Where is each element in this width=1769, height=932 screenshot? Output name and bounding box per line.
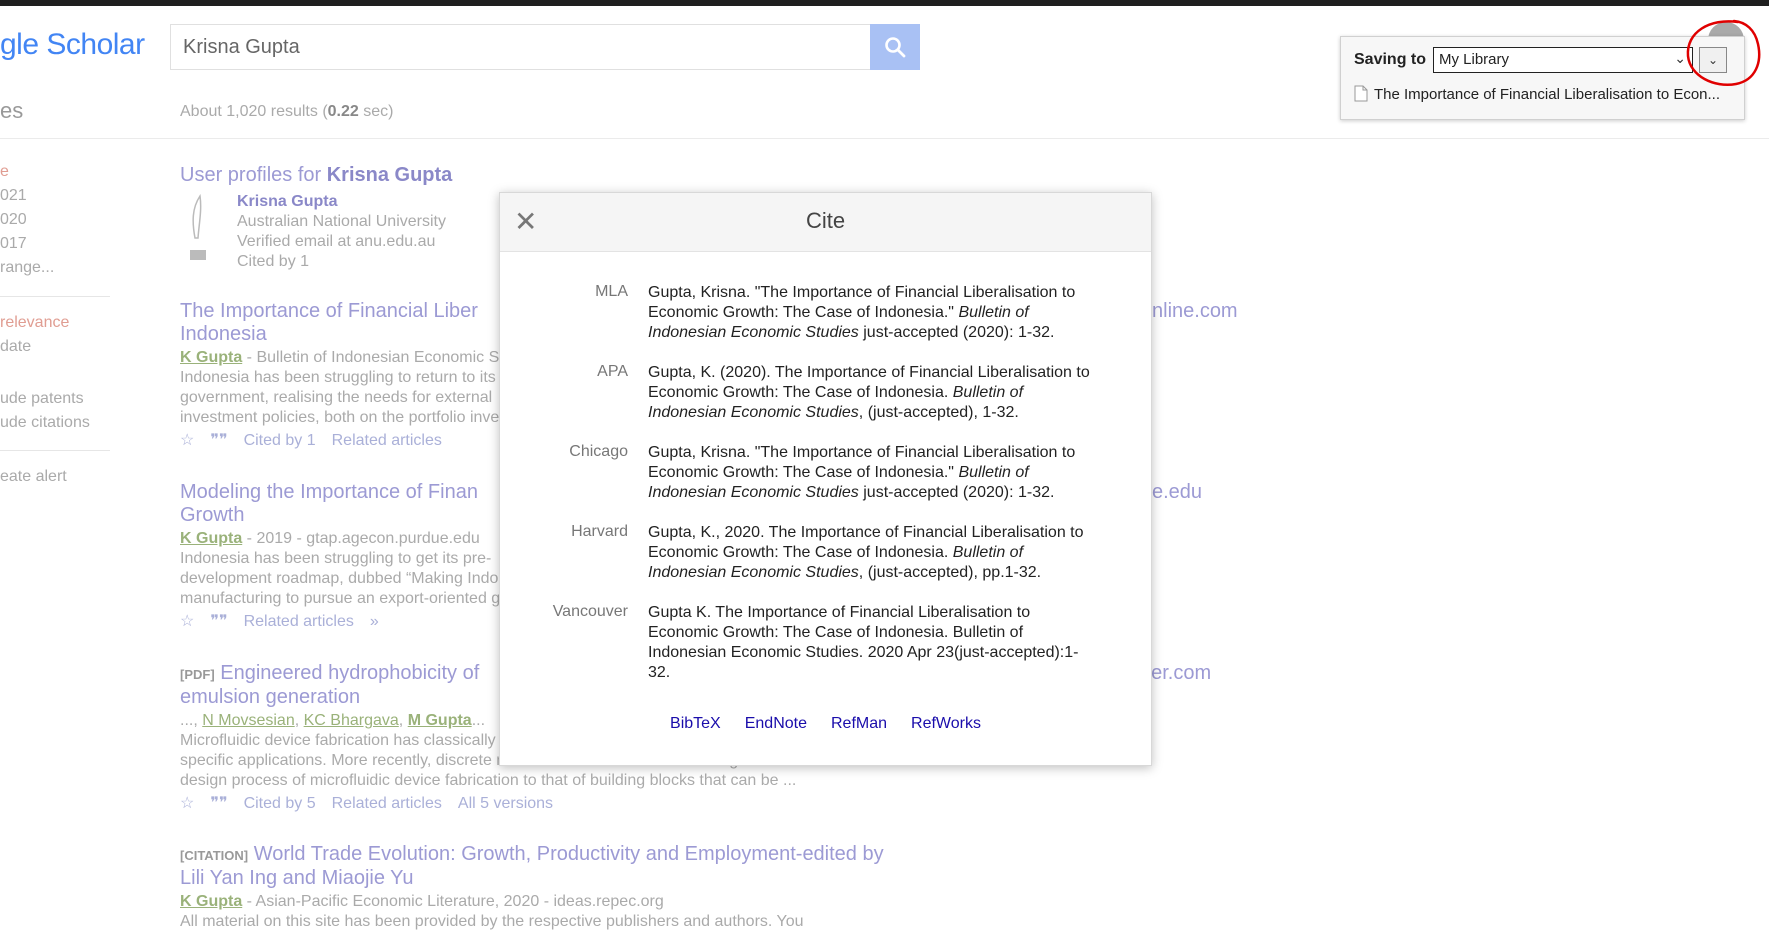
profile-email: Verified email at anu.edu.au: [237, 233, 436, 250]
search-icon: [885, 37, 906, 58]
saving-label: Saving to: [1354, 51, 1427, 68]
author-link[interactable]: M Gupta: [408, 712, 472, 729]
library-select[interactable]: My Library ⌄: [1433, 47, 1693, 73]
citation-tag: [CITATION]: [180, 848, 249, 863]
sidebar-include-citations[interactable]: ude citations: [0, 414, 90, 432]
refworks-link[interactable]: RefWorks: [911, 715, 981, 733]
citation-text[interactable]: Gupta, Krisna. "The Importance of Financ…: [648, 443, 1103, 503]
sidebar-time-2021[interactable]: 021: [0, 187, 27, 205]
related-articles-link[interactable]: Related articles: [332, 793, 442, 815]
sidebar-divider: [0, 296, 110, 297]
sidebar-time-any[interactable]: e: [0, 163, 9, 181]
search-field[interactable]: [170, 24, 870, 70]
star-icon[interactable]: ☆: [180, 611, 194, 633]
author-link[interactable]: K Gupta: [180, 349, 242, 366]
result-source-link[interactable]: e.edu: [1152, 481, 1202, 504]
quote-icon[interactable]: ❞❞: [210, 611, 227, 633]
profile-card: Krisna Gupta Australian National Univers…: [237, 192, 446, 272]
annotation-circle-icon: [1686, 19, 1761, 87]
results-count: About 1,020 results (0.22 sec): [180, 103, 394, 120]
quote-icon[interactable]: ❞❞: [210, 430, 227, 452]
sidebar-heading: es: [0, 98, 24, 123]
document-icon: [1354, 85, 1368, 102]
author-link[interactable]: N Movsesian: [202, 712, 294, 729]
citation-text[interactable]: Gupta, K., 2020. The Importance of Finan…: [648, 523, 1103, 583]
citation-text[interactable]: Gupta, K. (2020). The Importance of Fina…: [648, 363, 1103, 423]
citation-style-label: Harvard: [571, 523, 628, 540]
profile-affiliation: Australian National University: [237, 213, 446, 230]
profile-cited-by[interactable]: Cited by 1: [237, 252, 446, 272]
search-input[interactable]: [171, 25, 870, 69]
result-snippet: All material on this site has been provi…: [180, 913, 804, 930]
scholar-logo[interactable]: gle Scholar: [0, 28, 145, 62]
sidebar-sort-relevance[interactable]: relevance: [0, 314, 69, 332]
cited-by-link[interactable]: Cited by 5: [244, 793, 316, 815]
star-icon[interactable]: ☆: [180, 793, 194, 815]
cited-by-link[interactable]: Cited by 1: [244, 430, 316, 452]
citation-style-label: APA: [597, 363, 628, 380]
sidebar-custom-range[interactable]: range...: [0, 259, 54, 277]
header-divider: [0, 138, 1769, 139]
star-icon[interactable]: ☆: [180, 430, 194, 452]
citation-style-label: Vancouver: [552, 603, 628, 620]
cite-dialog: ✕ Cite MLA Gupta, Krisna. "The Importanc…: [499, 192, 1152, 766]
author-link[interactable]: KC Bhargava: [304, 712, 399, 729]
profile-name-link[interactable]: Krisna Gupta: [237, 192, 446, 212]
cite-dialog-header: ✕ Cite: [500, 193, 1151, 252]
saved-item[interactable]: The Importance of Financial Liberalisati…: [1354, 85, 1720, 103]
logo-text: gle Scholar: [0, 28, 145, 61]
search-button[interactable]: [870, 24, 920, 70]
related-articles-link[interactable]: Related articles: [244, 611, 354, 633]
citation-text[interactable]: Gupta K. The Importance of Financial Lib…: [648, 603, 1103, 683]
quote-icon[interactable]: ❞❞: [210, 793, 227, 815]
result-title-link[interactable]: [CITATION] World Trade Evolution: Growth…: [180, 843, 980, 890]
library-select-value: My Library: [1439, 51, 1510, 68]
pdf-tag: [PDF]: [180, 667, 215, 682]
all-versions-link[interactable]: All 5 versions: [458, 793, 553, 815]
citation-text[interactable]: Gupta, Krisna. "The Importance of Financ…: [648, 283, 1103, 343]
profiles-heading[interactable]: User profiles for Krisna Gupta: [180, 164, 452, 187]
sidebar-time-2017[interactable]: 017: [0, 235, 27, 253]
result-meta: K Gupta - Asian-Pacific Economic Literat…: [180, 893, 664, 910]
citation-style-label: MLA: [595, 283, 628, 300]
saved-item-title: The Importance of Financial Liberalisati…: [1374, 86, 1721, 103]
result-source-link[interactable]: nline.com: [1152, 300, 1238, 323]
result-actions: ☆ ❞❞ Cited by 5 Related articles All 5 v…: [180, 793, 940, 815]
result-item: [CITATION] World Trade Evolution: Growth…: [180, 843, 980, 932]
related-articles-link[interactable]: Related articles: [332, 430, 442, 452]
sidebar-divider: [0, 450, 110, 451]
quill-avatar-icon: [190, 194, 206, 260]
endnote-link[interactable]: EndNote: [745, 715, 807, 733]
export-links: BibTeX EndNote RefMan RefWorks: [500, 715, 1151, 733]
bibtex-link[interactable]: BibTeX: [670, 715, 721, 733]
cite-dialog-title: Cite: [805, 208, 846, 233]
more-chevron-icon[interactable]: »: [370, 611, 379, 633]
refman-link[interactable]: RefMan: [831, 715, 887, 733]
sidebar-sort-date[interactable]: date: [0, 338, 31, 356]
author-link[interactable]: K Gupta: [180, 893, 242, 910]
window-top-bar: [0, 0, 1769, 6]
sidebar-time-2020[interactable]: 020: [0, 211, 27, 229]
sidebar-create-alert[interactable]: eate alert: [0, 468, 67, 486]
citation-style-label: Chicago: [569, 443, 628, 460]
author-link[interactable]: K Gupta: [180, 530, 242, 547]
sidebar-include-patents[interactable]: ude patents: [0, 390, 84, 408]
